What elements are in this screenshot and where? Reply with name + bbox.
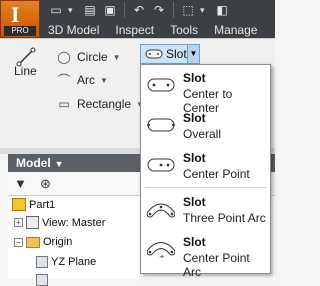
find-icon[interactable]: ⊛: [40, 176, 51, 192]
circle-tool-button[interactable]: ◯ Circle ▼: [56, 48, 121, 66]
menu-item-slot-center-point[interactable]: Slot Center Point: [141, 147, 270, 185]
save-icon[interactable]: ▣: [102, 2, 118, 18]
chevron-down-icon[interactable]: ▼: [55, 159, 64, 169]
menu-item-title: Slot: [183, 235, 206, 249]
menu-divider: [145, 187, 266, 188]
menu-item-subtitle: Overall: [183, 127, 222, 141]
circle-label: Circle: [77, 50, 108, 64]
chevron-down-icon[interactable]: ▼: [100, 76, 108, 85]
folder-icon: [26, 236, 40, 248]
rectangle-tool-button[interactable]: ▭ Rectangle ▼: [56, 95, 144, 113]
menu-item-subtitle: Three Point Arc: [183, 211, 266, 225]
collapse-icon[interactable]: −: [14, 237, 23, 247]
chevron-down-icon[interactable]: ▼: [113, 53, 121, 62]
filter-icon[interactable]: ▼: [14, 176, 27, 191]
expand-icon[interactable]: +: [14, 218, 23, 227]
tab-inspect[interactable]: Inspect: [107, 22, 162, 38]
select-icon[interactable]: ⬚: [180, 2, 196, 18]
menu-item-title: Slot: [183, 195, 206, 209]
view-icon: [26, 216, 39, 229]
rectangle-icon: ▭: [58, 97, 70, 111]
menu-item-subtitle: Center Point Arc: [183, 251, 250, 279]
tab-tools[interactable]: Tools: [162, 22, 206, 38]
line-tool-button[interactable]: Line: [10, 47, 44, 111]
select-dropdown-icon[interactable]: ▾: [200, 2, 210, 18]
slot-three-point-arc-icon: [147, 203, 175, 218]
circle-icon: ◯: [57, 50, 71, 64]
tree-node-yz-plane[interactable]: YZ Plane: [36, 256, 96, 268]
svg-text:+: +: [159, 253, 165, 258]
slot-label: Slot: [166, 47, 187, 61]
tree-label: View: Master: [42, 216, 106, 229]
browser-title: Model: [16, 156, 51, 170]
menu-item-slot-overall[interactable]: Slot Overall: [141, 107, 270, 145]
new-file-icon[interactable]: ▭: [48, 2, 64, 18]
plane-icon: [36, 274, 48, 286]
tree-label: Origin: [43, 236, 73, 248]
new-dropdown-icon[interactable]: ▾: [68, 2, 78, 18]
slot-dropdown-menu: Slot Center to Center Slot Overall Slot …: [140, 64, 271, 279]
tree-node-part1[interactable]: Part1: [12, 198, 55, 211]
toolbar-divider: [173, 2, 174, 18]
toolbar-divider: [124, 2, 125, 18]
appearance-icon[interactable]: ◧: [214, 2, 230, 18]
arc-tool-button[interactable]: ⌒ Arc ▼: [56, 71, 108, 89]
pro-badge: PRO: [4, 26, 36, 36]
slot-center-point-icon: [147, 158, 175, 172]
slot-center-to-center-icon: [147, 78, 175, 92]
tree-label: YZ Plane: [51, 256, 97, 268]
undo-icon[interactable]: ↶: [131, 2, 147, 18]
ribbon-tabs: 3D Model Inspect Tools Manage: [40, 22, 275, 38]
tree-node-partial[interactable]: [36, 274, 48, 286]
slot-overall-icon: [147, 118, 175, 132]
tab-manage[interactable]: Manage: [206, 22, 265, 38]
menu-item-title: Slot: [183, 71, 206, 85]
inventor-logo-icon: I: [11, 2, 20, 27]
tree-label: Part1: [29, 198, 56, 211]
arc-icon: ⌒: [57, 73, 70, 87]
tree-node-view[interactable]: + View: Master: [14, 216, 105, 229]
slot-icon: [145, 49, 163, 59]
slot-center-point-arc-icon: +: [147, 242, 175, 258]
tree-node-origin[interactable]: − Origin: [14, 236, 72, 248]
title-bar: ▭ ▾ ▤ ▣ ↶ ↷ ⬚ ▾ ◧: [0, 0, 275, 22]
application-menu-button[interactable]: I PRO: [0, 0, 40, 38]
plane-icon: [36, 256, 48, 268]
line-label: Line: [14, 64, 37, 78]
open-icon[interactable]: ▤: [82, 2, 98, 18]
menu-item-title: Slot: [183, 151, 206, 165]
menu-item-slot-three-point-arc[interactable]: Slot Three Point Arc: [141, 191, 270, 229]
menu-item-subtitle: Center Point: [183, 167, 250, 181]
menu-item-slot-center-to-center[interactable]: Slot Center to Center: [141, 67, 270, 115]
rectangle-label: Rectangle: [77, 97, 132, 111]
menu-item-slot-center-point-arc[interactable]: + Slot Center Point Arc: [141, 231, 270, 279]
slot-tool-button[interactable]: Slot ▼: [140, 44, 200, 64]
redo-icon[interactable]: ↷: [151, 2, 167, 18]
chevron-down-icon[interactable]: ▼: [187, 45, 199, 63]
quick-access-toolbar: ▭ ▾ ▤ ▣ ↶ ↷ ⬚ ▾ ◧: [48, 2, 230, 18]
menu-item-title: Slot: [183, 111, 206, 125]
tab-3d-model[interactable]: 3D Model: [40, 22, 107, 38]
part-icon: [12, 198, 26, 211]
arc-label: Arc: [77, 73, 95, 87]
